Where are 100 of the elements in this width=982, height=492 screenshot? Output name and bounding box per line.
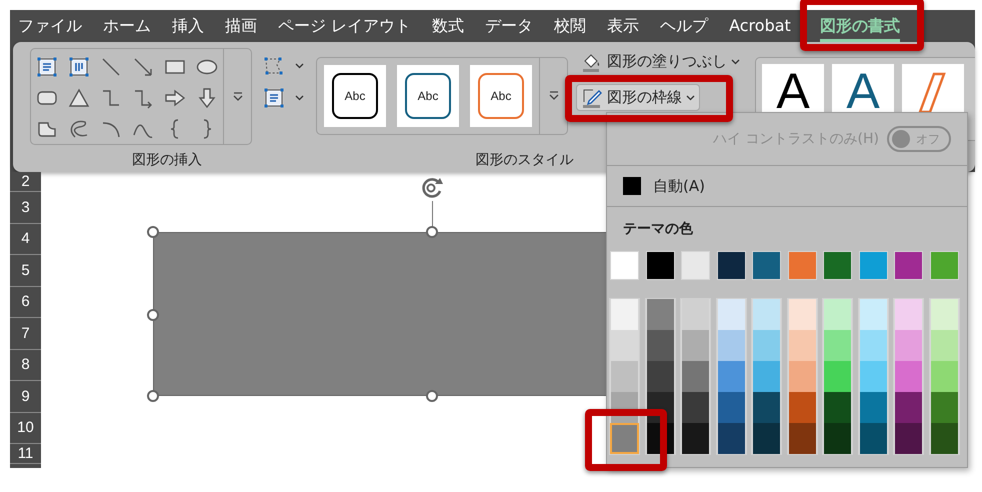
color-swatch[interactable]	[823, 251, 852, 280]
color-swatch[interactable]	[610, 423, 639, 454]
color-swatch[interactable]	[858, 392, 888, 423]
row-header[interactable]: 9	[10, 381, 41, 412]
wordart-letter: A	[776, 66, 810, 116]
color-swatch[interactable]	[752, 361, 781, 392]
color-swatch[interactable]	[788, 392, 816, 423]
color-swatch[interactable]	[930, 392, 958, 423]
ribbon-tab[interactable]: 校閲	[554, 13, 586, 39]
color-swatch[interactable]	[610, 330, 639, 361]
ribbon-tab[interactable]: ホーム	[103, 13, 151, 39]
color-swatch[interactable]	[716, 251, 746, 280]
color-swatch[interactable]	[752, 299, 781, 330]
ribbon-tab[interactable]: 挿入	[172, 13, 204, 39]
color-swatch[interactable]	[788, 299, 816, 330]
color-swatch[interactable]	[752, 392, 781, 423]
color-swatch[interactable]	[894, 330, 923, 361]
color-swatch[interactable]	[788, 330, 816, 361]
ribbon-tab[interactable]: ページ レイアウト	[278, 13, 412, 39]
color-swatch[interactable]	[646, 361, 674, 392]
color-swatch[interactable]	[716, 392, 746, 423]
color-swatch[interactable]	[788, 251, 816, 280]
ribbon-tab[interactable]: 表示	[607, 13, 640, 39]
color-swatch[interactable]	[788, 423, 816, 454]
color-swatch[interactable]	[752, 330, 781, 361]
color-swatch[interactable]	[823, 299, 852, 330]
color-swatch[interactable]	[858, 423, 888, 454]
row-header[interactable]: 3	[10, 192, 41, 224]
color-swatch[interactable]	[752, 251, 781, 280]
resize-handle[interactable]	[426, 226, 438, 238]
resize-handle[interactable]	[147, 226, 159, 238]
color-swatch[interactable]	[716, 299, 746, 330]
color-swatch[interactable]	[858, 299, 888, 330]
text-box-icon[interactable]	[35, 54, 59, 78]
color-swatch[interactable]	[930, 330, 958, 361]
color-swatch[interactable]	[894, 361, 923, 392]
vertical-text-box-icon[interactable]	[67, 54, 91, 78]
style-preset[interactable]: Abc	[397, 65, 459, 127]
resize-handle[interactable]	[147, 390, 159, 402]
ribbon-tab[interactable]: 数式	[432, 13, 464, 39]
expand-gallery-icon[interactable]	[548, 91, 560, 101]
color-swatch[interactable]	[681, 299, 710, 330]
style-preset[interactable]: Abc	[324, 65, 386, 127]
color-swatch[interactable]	[681, 251, 710, 280]
color-swatch[interactable]	[788, 361, 816, 392]
color-swatch[interactable]	[930, 361, 958, 392]
color-swatch[interactable]	[681, 361, 710, 392]
color-swatch[interactable]	[894, 299, 923, 330]
color-swatch[interactable]	[930, 423, 958, 454]
ribbon-tab[interactable]: Acrobat	[729, 13, 791, 39]
color-swatch[interactable]	[716, 330, 746, 361]
caret-icon[interactable]	[295, 63, 304, 69]
color-swatch[interactable]	[716, 423, 746, 454]
ribbon-tab[interactable]: ファイル	[18, 13, 82, 39]
caret-icon	[686, 94, 695, 100]
expand-gallery-icon[interactable]	[232, 92, 244, 102]
row-header[interactable]: 5	[10, 255, 41, 286]
row-header[interactable]: 7	[10, 318, 41, 350]
color-swatch[interactable]	[681, 392, 710, 423]
color-swatch[interactable]	[930, 251, 958, 280]
outline-button[interactable]: 図形の枠線	[576, 84, 700, 111]
color-swatch[interactable]	[894, 423, 923, 454]
row-header[interactable]: 11	[10, 444, 41, 464]
color-swatch[interactable]	[858, 361, 888, 392]
ribbon-tab[interactable]: 図形の書式	[820, 13, 900, 39]
group-label: 図形の挿入	[131, 151, 203, 170]
color-swatch[interactable]	[681, 423, 710, 454]
color-swatch[interactable]	[610, 251, 639, 280]
resize-handle[interactable]	[426, 390, 438, 402]
text-box-icon[interactable]	[262, 87, 286, 109]
color-swatch[interactable]	[823, 330, 852, 361]
color-swatch[interactable]	[823, 423, 852, 454]
automatic-item[interactable]: 自動(A)	[607, 166, 967, 207]
color-swatch[interactable]	[681, 330, 710, 361]
row-header[interactable]: 6	[10, 286, 41, 318]
resize-handle[interactable]	[147, 309, 159, 321]
ribbon-tab[interactable]: 描画	[225, 13, 257, 39]
color-swatch[interactable]	[858, 251, 888, 280]
caret-icon[interactable]	[295, 95, 304, 101]
color-swatch[interactable]	[858, 330, 888, 361]
color-swatch[interactable]	[646, 299, 674, 330]
row-header[interactable]: 2	[10, 172, 41, 192]
ribbon-tab[interactable]: データ	[485, 13, 534, 39]
row-header[interactable]: 4	[10, 224, 41, 255]
row-header[interactable]: 10	[10, 412, 41, 444]
color-swatch[interactable]	[646, 330, 674, 361]
color-swatch[interactable]	[930, 299, 958, 330]
ribbon-tab[interactable]: ヘルプ	[660, 13, 708, 39]
color-swatch[interactable]	[823, 392, 852, 423]
color-swatch[interactable]	[610, 299, 639, 330]
color-swatch[interactable]	[610, 361, 639, 392]
color-swatch[interactable]	[752, 423, 781, 454]
color-swatch[interactable]	[823, 361, 852, 392]
style-preset[interactable]: Abc	[470, 65, 532, 127]
color-swatch[interactable]	[894, 251, 923, 280]
color-swatch[interactable]	[894, 392, 923, 423]
color-swatch[interactable]	[646, 251, 674, 280]
fill-button[interactable]: 図形の塗りつぶし	[576, 48, 745, 75]
row-header[interactable]: 8	[10, 350, 41, 381]
color-swatch[interactable]	[716, 361, 746, 392]
